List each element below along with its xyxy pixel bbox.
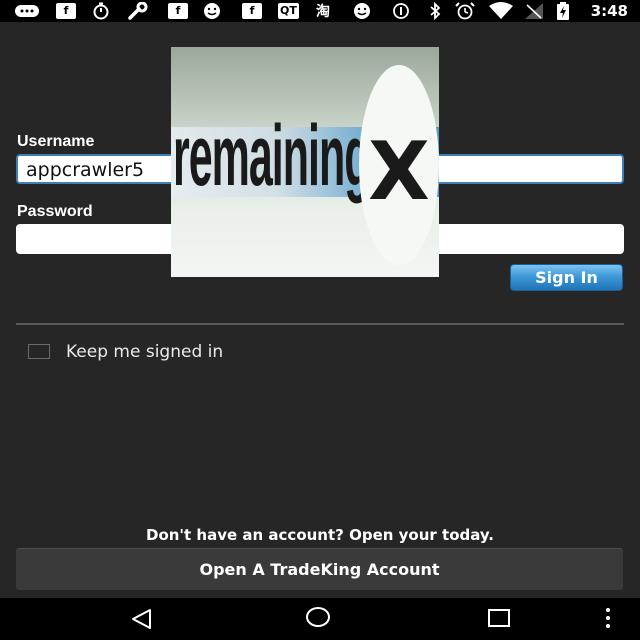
stopwatch-icon [92, 2, 110, 20]
navigation-bar [0, 598, 640, 640]
close-icon: X [368, 125, 430, 218]
facebook-icon-3: f [242, 3, 262, 19]
smiley-icon [202, 3, 222, 19]
alarm-icon [454, 2, 476, 20]
status-bar: f f f QT 淘 3:48 [0, 0, 640, 22]
ad-overlay[interactable]: remaining X [171, 47, 439, 277]
info-icon [392, 3, 410, 19]
open-account-button[interactable]: Open A TradeKing Account [16, 548, 623, 590]
ad-close-button[interactable]: X [359, 65, 439, 265]
no-signal-icon [524, 3, 544, 19]
username-label: Username [17, 133, 95, 150]
wrench-icon [128, 2, 148, 20]
sign-in-button[interactable]: Sign In [510, 264, 623, 291]
overflow-menu-icon[interactable] [606, 608, 610, 630]
bluetooth-icon [428, 2, 442, 20]
open-account-promo-text: Don't have an account? Open your today. [146, 526, 494, 544]
recent-apps-icon[interactable] [488, 609, 510, 627]
ad-remaining-text: remaining [173, 108, 370, 204]
divider [16, 323, 624, 325]
qt-icon: QT [278, 3, 299, 19]
facebook-icon: f [56, 3, 76, 19]
chat-icon [14, 3, 40, 19]
keep-signed-in-checkbox[interactable] [28, 344, 50, 359]
battery-charging-icon [556, 2, 570, 20]
keep-signed-in-label[interactable]: Keep me signed in [66, 342, 223, 362]
wifi-icon [488, 2, 514, 19]
status-time: 3:48 [590, 2, 628, 20]
password-label: Password [17, 203, 93, 220]
taobao-icon: 淘 [316, 4, 330, 20]
home-icon[interactable] [306, 607, 330, 627]
facebook-icon-2: f [168, 3, 188, 19]
smiley-icon-2 [352, 3, 372, 19]
